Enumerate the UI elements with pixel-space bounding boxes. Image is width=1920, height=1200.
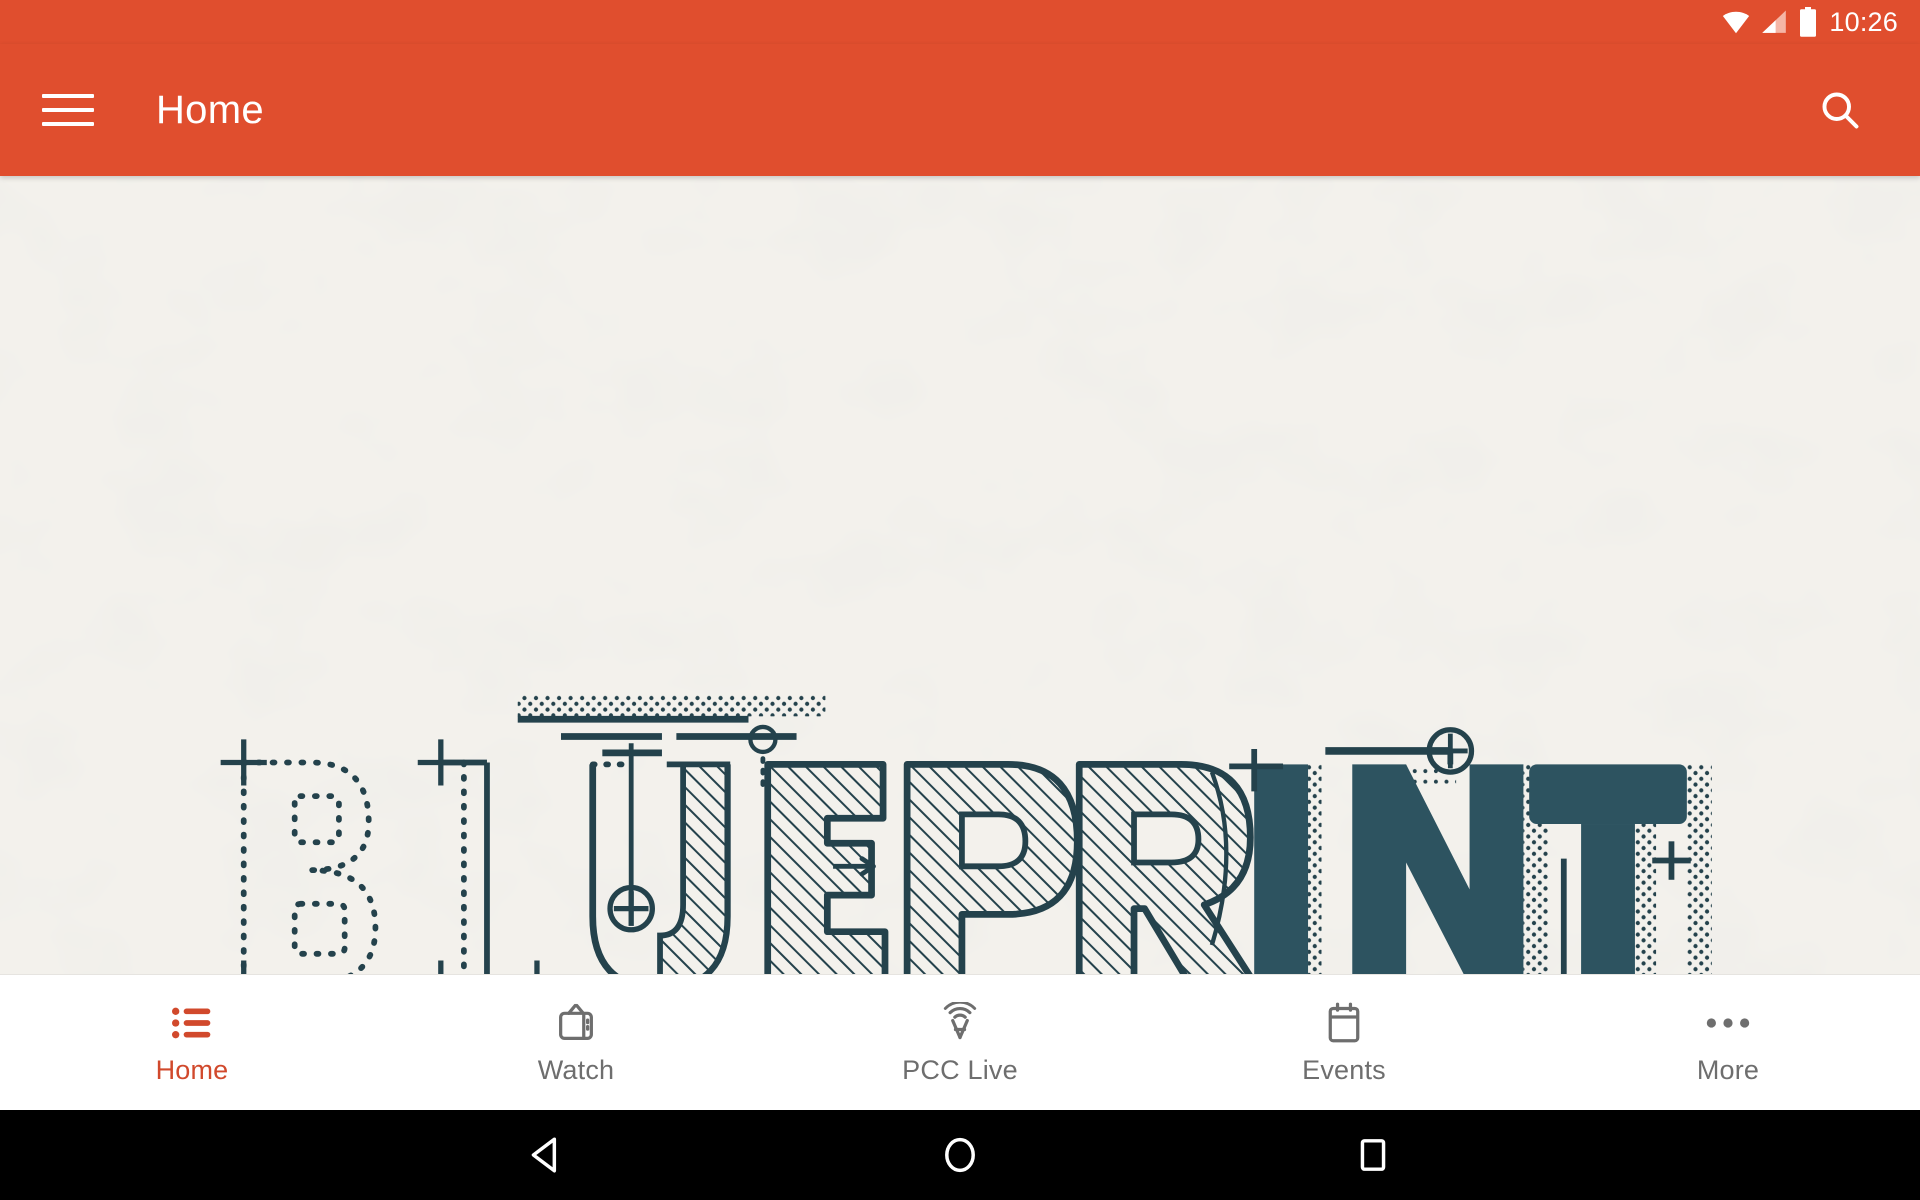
- triangle-back-icon: [531, 1137, 556, 1173]
- bottom-navigation-bar: Home Watch PCC Live Events More: [0, 974, 1920, 1110]
- square-recents-icon: [1361, 1139, 1386, 1171]
- nav-item-pcc-live[interactable]: PCC Live: [768, 975, 1152, 1110]
- app-window: 10:26 Home Home Watch PCC Live Events Mo…: [0, 0, 1920, 1200]
- broadcast-tower-icon: [939, 1001, 981, 1045]
- nav-label-watch: Watch: [537, 1055, 615, 1085]
- nav-item-watch[interactable]: Watch: [384, 975, 768, 1110]
- search-icon: [1822, 92, 1859, 129]
- status-icon-group: [1721, 7, 1817, 37]
- blueprint-wordmark-artwork: [220, 695, 1712, 974]
- nav-item-home[interactable]: Home: [0, 975, 384, 1110]
- bulleted-list-icon: [172, 1001, 212, 1045]
- hamburger-menu-icon[interactable]: [42, 90, 94, 130]
- nav-label-pcc-live: PCC Live: [902, 1055, 1018, 1085]
- circle-home-icon: [945, 1137, 975, 1173]
- nav-item-more[interactable]: More: [1536, 975, 1920, 1110]
- app-bar: Home: [0, 44, 1920, 176]
- television-icon: [556, 1001, 596, 1045]
- calendar-icon: [1326, 1001, 1362, 1045]
- back-button[interactable]: [512, 1120, 582, 1190]
- status-clock: 10:26: [1829, 6, 1898, 37]
- cellular-signal-icon: [1762, 10, 1787, 33]
- status-bar: 10:26: [0, 0, 1920, 44]
- android-system-navigation-bar: [0, 1110, 1920, 1200]
- page-title: Home: [156, 88, 264, 132]
- nav-label-more: More: [1696, 1055, 1760, 1085]
- search-button[interactable]: [1808, 78, 1872, 142]
- nav-label-events: Events: [1302, 1055, 1386, 1085]
- home-button[interactable]: [925, 1120, 995, 1190]
- overflow-dots-icon: [1705, 1001, 1751, 1045]
- hero-banner[interactable]: [0, 176, 1920, 974]
- recents-button[interactable]: [1338, 1120, 1408, 1190]
- wifi-icon: [1723, 11, 1750, 34]
- nav-label-home: Home: [155, 1055, 229, 1085]
- battery-icon: [1800, 7, 1817, 37]
- nav-item-events[interactable]: Events: [1152, 975, 1536, 1110]
